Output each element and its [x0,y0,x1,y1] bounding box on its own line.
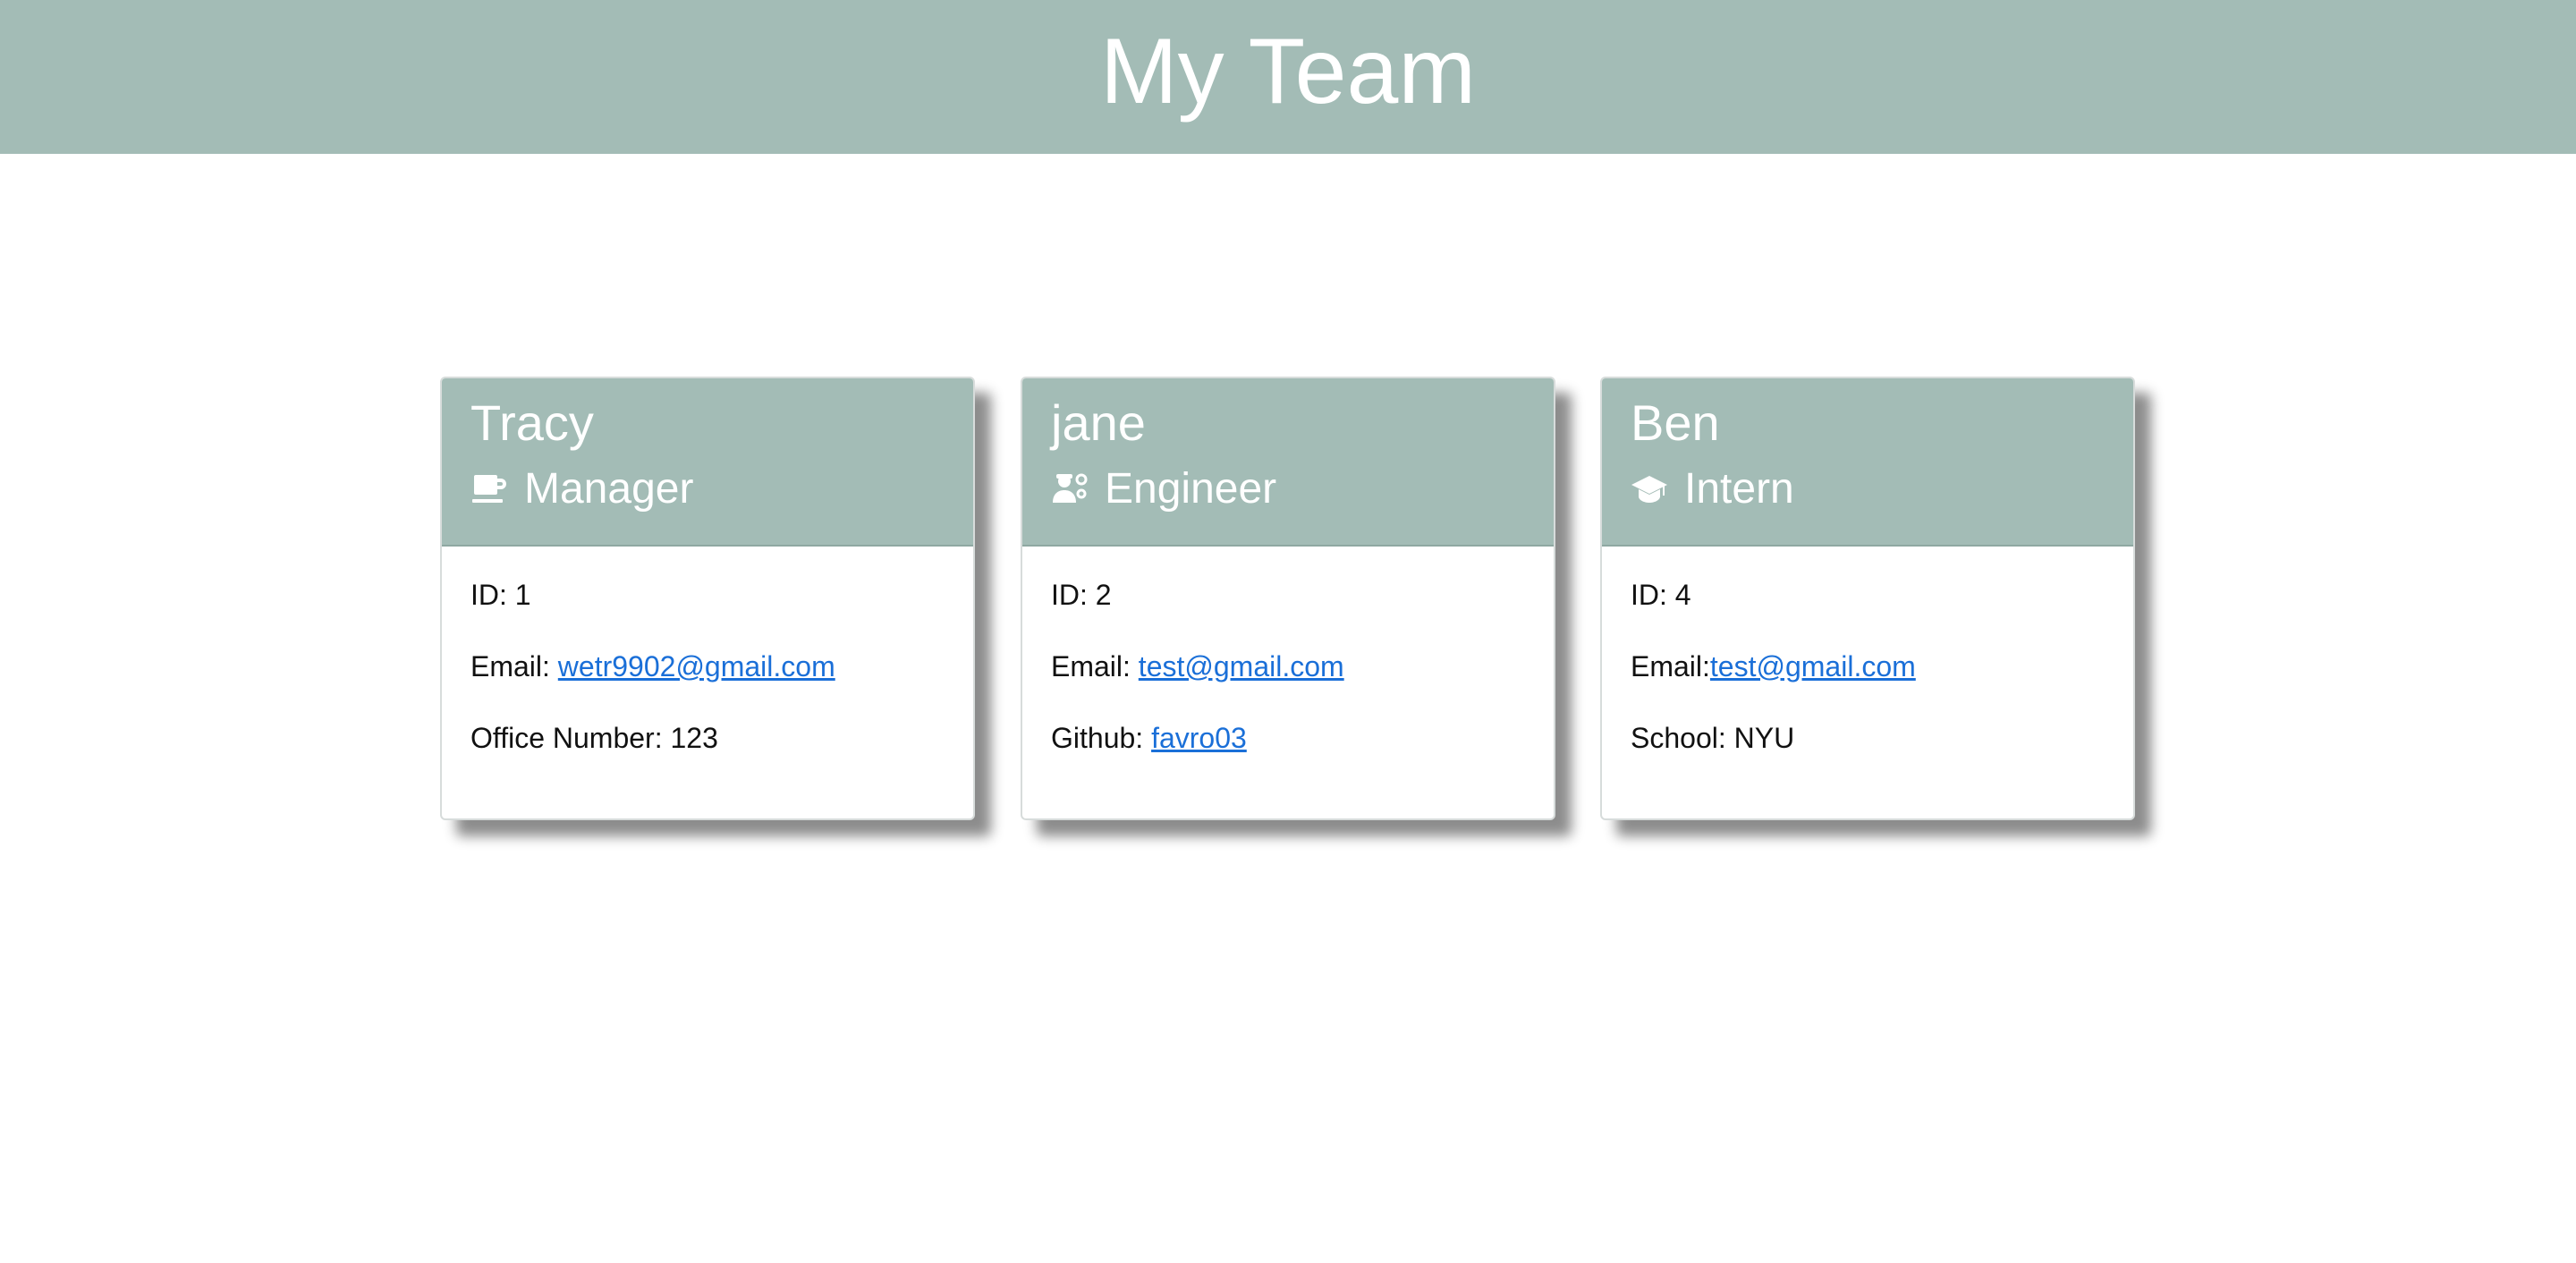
card-body: ID: 1 Email: wetr9902@gmail.com Office N… [442,547,973,792]
email-link[interactable]: test@gmail.com [1710,650,1916,682]
employee-role-label: Engineer [1105,465,1277,513]
employee-name: jane [1051,394,1146,451]
employee-role: Manager [470,464,973,514]
email-label: Email: [1051,650,1139,682]
employee-card-engineer: jane Engineer ID: 2 Email: test@gmail.co… [1021,377,1555,820]
card-header: Tracy Manager [442,378,973,547]
office-number-label: Office Number: [470,722,671,754]
id-row: ID: 1 [470,577,973,648]
coffee-mug-icon [470,470,508,508]
card-body: ID: 4 Email:test@gmail.com School: NYU [1602,547,2133,792]
card-header: Ben Intern [1602,378,2133,547]
id-label: ID: [470,579,515,611]
user-gears-icon [1051,470,1089,508]
email-link[interactable]: test@gmail.com [1139,650,1344,682]
page-title: My Team [1100,20,1476,123]
github-row: Github: favro03 [1051,720,1554,792]
id-value: 2 [1095,579,1112,611]
employee-card-intern: Ben Intern ID: 4 Email:test@gmail.com Sc… [1600,377,2135,820]
employee-role-label: Intern [1684,465,1794,513]
id-label: ID: [1631,579,1675,611]
id-row: ID: 4 [1631,577,2133,648]
graduation-cap-icon [1631,470,1668,508]
employee-role: Engineer [1051,464,1554,514]
email-row: Email: test@gmail.com [1051,648,1554,720]
id-value: 4 [1674,579,1691,611]
employee-role-label: Manager [524,465,694,513]
card-header: jane Engineer [1022,378,1554,547]
employee-name: Tracy [470,394,594,451]
id-label: ID: [1051,579,1096,611]
card-body: ID: 2 Email: test@gmail.com Github: favr… [1022,547,1554,792]
office-number-value: 123 [670,722,718,754]
id-value: 1 [514,579,531,611]
github-link[interactable]: favro03 [1151,722,1247,754]
page-header: My Team [0,0,2576,154]
school-row: School: NYU [1631,720,2133,792]
employee-card-manager: Tracy Manager ID: 1 Email: wetr9902@gmai… [440,377,975,820]
id-row: ID: 2 [1051,577,1554,648]
email-label: Email: [470,650,558,682]
school-value: NYU [1733,722,1795,754]
employee-role: Intern [1631,464,2133,514]
school-label: School: [1631,722,1734,754]
github-label: Github: [1051,722,1152,754]
email-label: Email: [1631,650,1710,682]
email-row: Email: wetr9902@gmail.com [470,648,973,720]
employee-name: Ben [1631,394,1720,451]
email-row: Email:test@gmail.com [1631,648,2133,720]
email-link[interactable]: wetr9902@gmail.com [558,650,835,682]
office-number-row: Office Number: 123 [470,720,973,792]
